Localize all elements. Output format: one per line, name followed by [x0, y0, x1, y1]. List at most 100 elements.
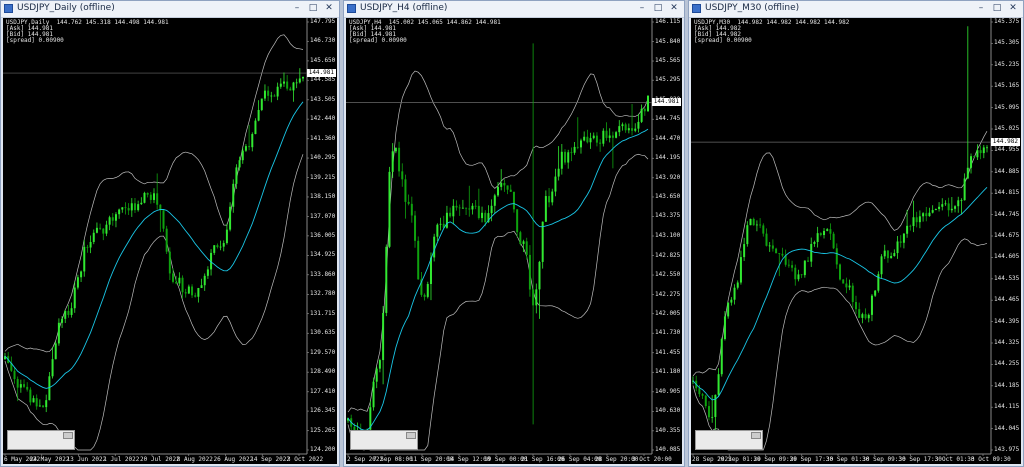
candle-body — [153, 193, 155, 200]
candle-body — [970, 156, 973, 168]
chart-window-icon — [4, 4, 13, 13]
chart-canvas[interactable]: 147.795 146.730 145.650 144.585 143.505 142.4… — [3, 18, 337, 464]
price-axis-label: 140.355 — [655, 426, 681, 434]
minimize-button[interactable]: – — [290, 2, 304, 15]
candle-body — [244, 146, 247, 151]
candle-body — [554, 176, 557, 192]
price-axis-label: 141.455 — [655, 348, 681, 356]
price-axis-label: 144.605 — [994, 253, 1020, 261]
price-axis-label: 144.955 — [994, 146, 1020, 154]
close-button[interactable]: ✕ — [1006, 2, 1020, 15]
candle-body — [206, 269, 209, 276]
candle-body — [739, 257, 742, 283]
candle-body — [481, 212, 484, 219]
title-bar[interactable]: USDJPY_M30 (offline) – □ ✕ — [689, 1, 1023, 18]
candle-body — [941, 204, 944, 207]
price-axis-label: 136.005 — [310, 231, 336, 239]
candle-body — [439, 223, 442, 225]
time-axis-label: 3 Oct 2022 — [287, 456, 324, 463]
candle-body — [982, 147, 985, 154]
maximize-button[interactable]: □ — [306, 2, 320, 15]
candle-body — [76, 277, 79, 288]
candle-body — [452, 205, 455, 217]
candle-body — [219, 246, 222, 248]
candle-body — [471, 205, 474, 210]
candle-body — [634, 128, 637, 131]
candle-body — [61, 318, 64, 323]
candle-body — [567, 152, 570, 163]
candle-body — [800, 274, 803, 276]
candle-body — [973, 156, 976, 158]
maximize-button[interactable]: □ — [651, 2, 665, 15]
window-controls: – □ ✕ — [974, 2, 1020, 16]
chart-window-daily[interactable]: USDJPY_Daily (offline) – □ ✕ 147.795 146.730 1… — [0, 0, 340, 467]
candle-body — [391, 151, 394, 172]
minimize-button[interactable]: – — [974, 2, 988, 15]
time-axis-label: 7 Sep 08:00 — [373, 456, 413, 463]
chart-window-h4[interactable]: USDJPY_H4 (offline) – □ ✕ 146.115 145.840 145.… — [343, 0, 685, 467]
candle-body — [781, 253, 784, 256]
panel-button[interactable] — [63, 432, 73, 439]
candlesticks — [4, 68, 304, 413]
candle-body — [414, 215, 417, 241]
window-controls: – □ ✕ — [290, 2, 336, 16]
price-axis-label: 143.920 — [655, 173, 681, 181]
candle-body — [251, 134, 254, 148]
price-axis-label: 125.265 — [310, 426, 336, 434]
price-axis-label: 143.100 — [655, 232, 681, 239]
price-axis-label: 144.325 — [994, 339, 1020, 346]
chart-canvas[interactable]: 146.115145.840145.565145.295145.020144.7… — [346, 18, 682, 464]
candle-body — [564, 151, 567, 163]
price-axis-label: 138.150 — [310, 192, 336, 200]
candle-body — [57, 322, 60, 344]
bollinger-upper-band — [692, 131, 988, 377]
close-button[interactable]: ✕ — [322, 2, 336, 15]
candle-body — [165, 228, 168, 252]
maximize-button[interactable]: □ — [990, 2, 1004, 15]
title-bar[interactable]: USDJPY_Daily (offline) – □ ✕ — [1, 1, 339, 18]
chart-canvas[interactable]: 145.375 145.305 145.235 145.165 145.095 145.0… — [691, 18, 1021, 464]
candle-body — [461, 207, 464, 209]
candle-body — [133, 203, 136, 211]
chart-window-icon — [692, 4, 701, 13]
panel-button[interactable] — [406, 432, 416, 439]
panel-button[interactable] — [751, 432, 761, 439]
bottom-info-panel — [7, 430, 75, 450]
candle-body — [114, 214, 117, 221]
time-axis-label: 14 Sep 2022 — [250, 456, 290, 463]
candle-body — [516, 209, 519, 233]
candle-body — [950, 208, 953, 211]
candle-body — [289, 88, 292, 91]
candle-body — [755, 224, 758, 226]
price-chart — [3, 18, 309, 456]
price-axis-label: 137.070 — [310, 212, 336, 220]
candle-body — [474, 205, 477, 207]
candle-body — [282, 81, 285, 84]
candle-body — [426, 284, 429, 297]
candle-body — [519, 232, 522, 244]
price-axis-label: 144.255 — [994, 360, 1020, 368]
candle-body — [270, 95, 273, 97]
candle-body — [29, 389, 32, 403]
candle-body — [23, 384, 26, 387]
candle-body — [829, 229, 832, 234]
bollinger-lower-band — [347, 153, 649, 451]
candle-body — [938, 206, 941, 210]
chart-window-m30[interactable]: USDJPY_M30 (offline) – □ ✕ 145.375 145.305 145… — [688, 0, 1024, 467]
price-axis-label: 124.200 — [310, 446, 336, 453]
title-bar[interactable]: USDJPY_H4 (offline) – □ ✕ — [344, 1, 684, 18]
candle-body — [401, 171, 404, 180]
price-axis-label: 127.410 — [310, 387, 336, 395]
close-button[interactable]: ✕ — [667, 2, 681, 15]
candle-body — [544, 196, 547, 222]
price-axis-label: 144.115 — [994, 403, 1020, 411]
candle-body — [83, 246, 86, 272]
minimize-button[interactable]: – — [635, 2, 649, 15]
candle-body — [241, 150, 244, 161]
candle-body — [931, 210, 934, 213]
candle-body — [826, 229, 829, 231]
candle-body — [586, 136, 589, 143]
time-axis-label: 3 Oct 09:30 — [971, 456, 1011, 463]
price-axis-label: 145.840 — [655, 37, 681, 45]
candle-body — [854, 301, 857, 310]
